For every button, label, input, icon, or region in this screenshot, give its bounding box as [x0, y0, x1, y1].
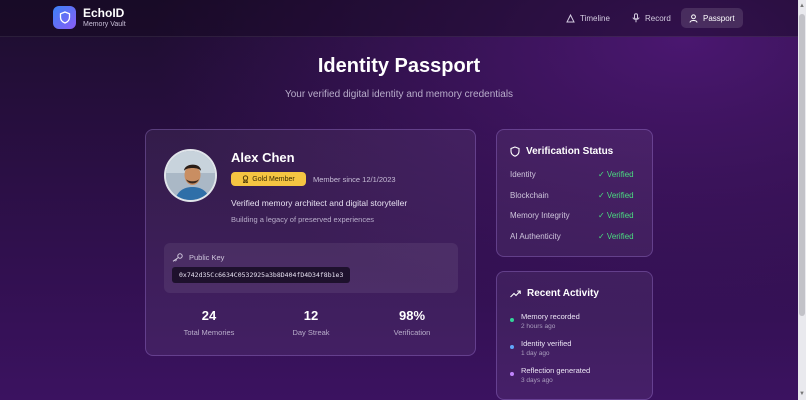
activity-time-3: 3 days ago — [521, 377, 553, 384]
brand-subtitle: Memory Vault — [83, 21, 126, 28]
shield-icon — [510, 146, 520, 157]
verify-label-ai-authenticity: AI Authenticity — [510, 232, 561, 241]
activity-dot-blue — [510, 345, 514, 349]
nav-passport[interactable]: Passport — [681, 8, 743, 28]
nav-timeline-label: Timeline — [580, 13, 610, 23]
stat-total-memories-value: 24 — [201, 308, 217, 323]
recent-activity-title: Recent Activity — [527, 288, 599, 299]
verify-status-memory-integrity: ✓ Verified — [598, 211, 634, 220]
scroll-down-arrow-icon[interactable]: ▼ — [798, 390, 806, 398]
brand-name: EchoID — [83, 6, 125, 20]
avatar — [164, 149, 217, 202]
page-subtitle: Your verified digital identity and memor… — [284, 89, 514, 100]
user-icon — [689, 13, 698, 23]
public-key-label: Public Key — [172, 253, 224, 262]
microphone-icon — [632, 13, 640, 23]
recent-activity-heading: Recent Activity — [510, 288, 599, 299]
stat-day-streak-label: Day Streak — [292, 328, 330, 337]
scrollbar-thumb[interactable] — [799, 14, 805, 316]
activity-time-1: 2 hours ago — [521, 323, 556, 330]
verify-label-blockchain: Blockchain — [510, 191, 549, 200]
activity-title-1: Memory recorded — [521, 312, 580, 321]
public-key-value[interactable]: 0x742d35Cc6634C0532925a3b8D404fD4D34f8b1… — [172, 267, 351, 283]
user-name: Alex Chen — [231, 150, 295, 165]
member-since: Member since 12/1/2023 — [313, 175, 396, 184]
public-key-label-text: Public Key — [189, 253, 225, 262]
timeline-icon — [566, 13, 575, 22]
stat-verification-value: 98% — [398, 308, 426, 323]
activity-dot-green — [510, 318, 514, 322]
profile-tagline: Building a legacy of preserved experienc… — [231, 215, 375, 224]
profile-bio: Verified memory architect and digital st… — [231, 198, 408, 208]
award-icon — [243, 175, 249, 183]
nav-record[interactable]: Record — [624, 8, 679, 28]
scroll-up-arrow-icon[interactable]: ▲ — [798, 2, 806, 10]
verify-label-identity: Identity — [510, 170, 536, 179]
stat-total-memories-label: Total Memories — [183, 328, 235, 337]
top-nav-bar: EchoID Memory Vault Timeline Record Pass… — [0, 0, 798, 37]
nav-timeline[interactable]: Timeline — [558, 8, 618, 28]
trending-up-icon — [510, 289, 521, 297]
verify-label-memory-integrity: Memory Integrity — [510, 211, 570, 220]
verify-status-blockchain: ✓ Verified — [598, 191, 634, 200]
activity-time-2: 1 day ago — [521, 350, 550, 357]
activity-dot-purple — [510, 372, 514, 376]
vertical-scrollbar[interactable]: ▲ ▼ — [798, 0, 806, 400]
nav-record-label: Record — [645, 13, 671, 23]
page-title: Identity Passport — [317, 55, 481, 77]
logo-shield-icon[interactable] — [53, 6, 76, 29]
stat-day-streak-value: 12 — [303, 308, 319, 323]
nav-passport-label: Passport — [703, 13, 735, 23]
verify-status-ai-authenticity: ✓ Verified — [598, 232, 634, 241]
membership-badge-label: Gold Member — [252, 175, 295, 183]
verification-status-title: Verification Status — [526, 146, 614, 157]
activity-title-3: Reflection generated — [521, 366, 591, 375]
activity-title-2: Identity verified — [521, 339, 572, 348]
verify-status-identity: ✓ Verified — [598, 170, 634, 179]
stat-verification-label: Verification — [393, 328, 431, 337]
key-icon — [172, 253, 183, 262]
verification-status-heading: Verification Status — [510, 146, 613, 157]
membership-badge: Gold Member — [231, 172, 306, 186]
